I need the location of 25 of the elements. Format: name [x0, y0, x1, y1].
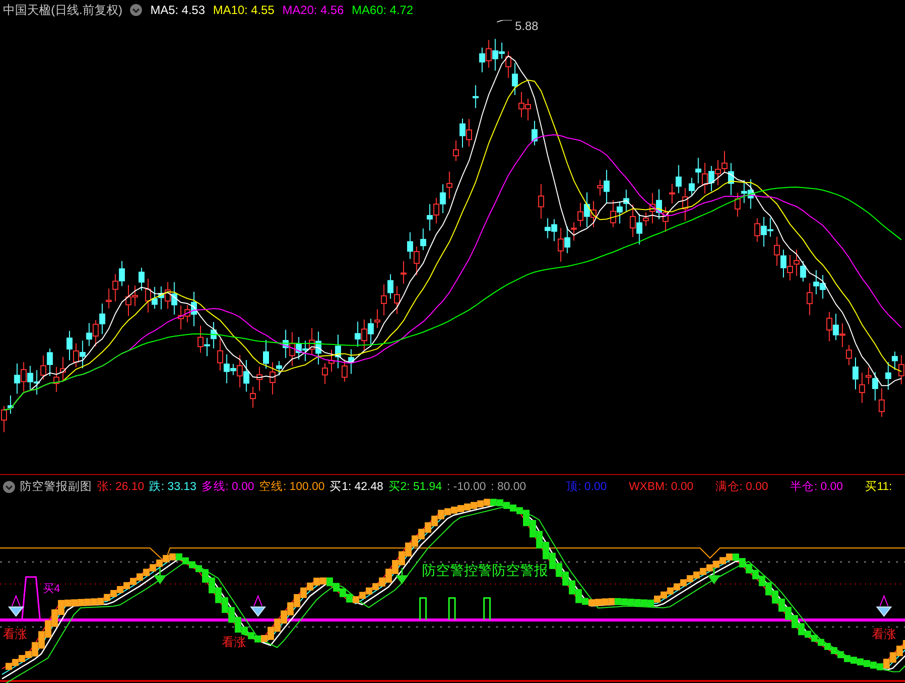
moving-average-value: MA60: 4.72: [352, 3, 414, 17]
indicator-value: 张: 26.10: [97, 480, 144, 494]
indicator-value: 半仓: 0.00: [790, 480, 843, 494]
peak-price-label: 5.88: [515, 20, 538, 33]
indicator-title: 防空警报副图: [20, 479, 92, 494]
indicator-value: WXBM: 0.00: [628, 480, 694, 492]
indicator-value: 买1: 42.48: [330, 480, 384, 494]
chart-title: 中国天楹(日线.前复权): [3, 2, 122, 18]
moving-average-value: MA10: 4.55: [213, 3, 274, 17]
buy-signal-label: 买4: [43, 583, 60, 595]
bullish-signal-label: 看涨: [872, 627, 896, 641]
indicator-value: : 80.00: [490, 480, 526, 492]
indicator-value: : -10.00: [446, 480, 486, 492]
bullish-signal-label: 看涨: [222, 635, 246, 649]
indicator-value: 多线: 0.00: [201, 480, 254, 494]
indicator-value: 满仓: 0.00: [715, 480, 768, 494]
indicator-value: 顶: 0.00: [566, 480, 607, 494]
bullish-signal-label: 看涨: [3, 627, 27, 641]
moving-average-value: MA5: 4.53: [150, 3, 206, 17]
moving-average-value: MA20: 4.56: [282, 3, 344, 17]
alert-label: 防空警控警防空警报: [422, 562, 548, 578]
indicator-value: 买2: 51.94: [388, 480, 442, 494]
indicator-value: 跌: 33.13: [149, 480, 196, 494]
indicator-value: 买11:: [864, 480, 892, 494]
indicator-value: 空线: 100.00: [259, 479, 325, 494]
